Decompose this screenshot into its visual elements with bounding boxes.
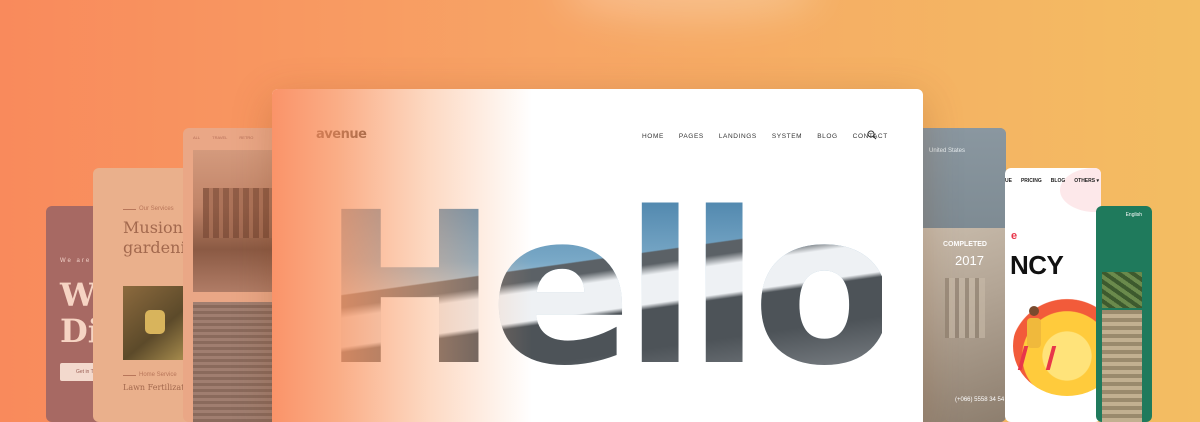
card-nav: UE PRICING BLOG OTHERS ▾ [1005,178,1099,184]
preview-card-nature[interactable]: English [1096,206,1152,422]
header-area [915,128,1006,238]
person-illustration [1017,346,1057,370]
card-title-line: Musion [123,218,183,237]
card-kicker: Our Services [139,206,174,212]
tab-all[interactable]: ALL [193,135,200,140]
background-glow [560,0,820,20]
tab-travel[interactable]: TRAVEL [212,135,227,140]
filter-tabs: ALL TRAVEL RETRO [193,135,253,140]
nav-item-blog[interactable]: BLOG [817,133,837,140]
hero-heading: Hello! [322,167,923,412]
phone-number: (+066) 5558 34 54 [955,397,1005,403]
card-heading-line: W [60,276,96,314]
garden-sprayer-image [145,310,165,334]
preview-card-agency[interactable]: UE PRICING BLOG OTHERS ▾ e NCY [1005,168,1101,422]
card-title-line: gardeni [123,238,186,257]
completed-label: COMPLETED [943,241,987,248]
main-site-preview: avenue HOME PAGES LANDINGS SYSTEM BLOG C… [272,89,923,422]
search-icon[interactable] [867,130,877,140]
nav-item-landings[interactable]: LANDINGS [719,133,757,140]
person-illustration [1027,318,1041,348]
card-kicker: Home Service [139,372,177,378]
nav-item-pricing[interactable]: PRICING [1021,178,1042,184]
preview-card-architecture[interactable]: United States COMPLETED 2017 (+066) 5558… [915,128,1006,422]
window-pattern [945,278,985,338]
nav-item-others[interactable]: OTHERS ▾ [1074,178,1099,184]
accent-text: e [1011,230,1018,242]
nav-item[interactable]: UE [1005,178,1012,184]
main-nav: HOME PAGES LANDINGS SYSTEM BLOG CONTACT [642,133,888,140]
preview-card-travel[interactable]: ALL TRAVEL RETRO [183,128,278,422]
nav-item-home[interactable]: HOME [642,133,664,140]
plant-photo [1102,272,1142,308]
nav-item-blog[interactable]: BLOG [1051,178,1065,184]
completed-year: 2017 [955,253,984,268]
divider [123,375,136,376]
building-photo[interactable] [193,302,278,422]
tab-retro[interactable]: RETRO [239,135,253,140]
nav-item-system[interactable]: SYSTEM [772,133,802,140]
location-text: United States [929,148,966,154]
person-illustration [1029,306,1039,316]
village-image [203,188,278,238]
wood-photo [1102,310,1142,422]
agency-heading: NCY [1010,250,1064,280]
language-selector[interactable]: English [1126,212,1142,218]
service-link[interactable]: Lawn Fertilizatio [123,383,192,392]
site-logo[interactable]: avenue [316,127,367,142]
nav-item-pages[interactable]: PAGES [679,133,704,140]
decor-blob [1060,168,1101,212]
